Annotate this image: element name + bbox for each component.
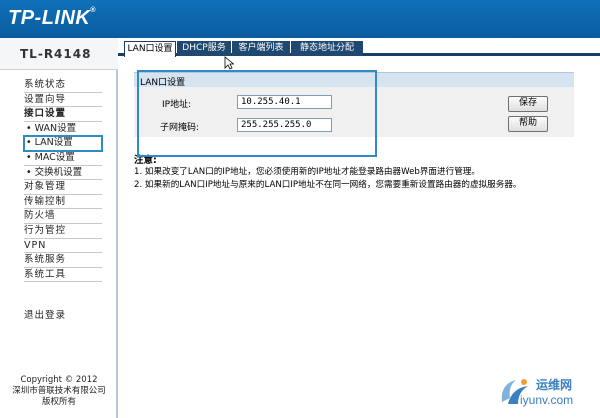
tab-lan-settings[interactable]: LAN口设置 [124, 41, 176, 57]
copyright-rights: 版权所有 [41, 397, 76, 407]
highlight-box [137, 70, 377, 157]
notes: 注意: 1. 如果改变了LAN口的IP地址，您必须使用新的IP地址才能登录路由器… [134, 152, 594, 192]
note-line-2: 2. 如果新的LAN口IP地址与原来的LAN口IP地址不在同一网络，您需要重新设… [134, 180, 522, 190]
tab-bar: LAN口设置 DHCP服务 客户端列表 静态地址分配 [118, 41, 600, 57]
model-name: TL-R4148 [20, 47, 92, 61]
watermark: 运维网 iyunv.com [492, 372, 598, 412]
watermark-url: iyunv.com [520, 393, 574, 407]
tab-static-address[interactable]: 静态地址分配 [291, 41, 363, 56]
sidebar-item-mac-settings[interactable]: • MAC设置 [24, 151, 102, 166]
sidebar-item-behavior-control[interactable]: 行为管控 [24, 224, 102, 239]
sidebar-item-setup-wizard[interactable]: 设置向导 [24, 93, 102, 108]
tab-dhcp-service[interactable]: DHCP服务 [177, 41, 231, 56]
sidebar-item-system-tools[interactable]: 系统工具 [24, 268, 102, 283]
copyright-company: 深圳市普联技术有限公司 [12, 386, 106, 396]
save-button[interactable]: 保存 [508, 96, 548, 112]
tp-link-logo: TP-LINK® [8, 7, 97, 29]
sidebar-item-wan-settings[interactable]: • WAN设置 [24, 122, 102, 137]
logout-link[interactable]: 退出登录 [24, 307, 66, 321]
sidebar-item-system-status[interactable]: 系统状态 [24, 78, 102, 93]
model-bar: TL-R4148 [0, 38, 118, 70]
header-bar: TP-LINK® [0, 0, 600, 38]
sidebar-item-transfer-control[interactable]: 传输控制 [24, 195, 102, 210]
sidebar-item-system-services[interactable]: 系统服务 [24, 253, 102, 268]
mouse-cursor-icon [224, 56, 234, 70]
sidebar-item-vpn[interactable]: VPN [24, 239, 102, 254]
sidebar-item-interface-settings[interactable]: 接口设置 [24, 107, 102, 122]
copyright: Copyright © 2012 深圳市普联技术有限公司 版权所有 [0, 375, 118, 408]
tab-client-list[interactable]: 客户端列表 [232, 41, 290, 56]
sidebar-item-object-management[interactable]: 对象管理 [24, 180, 102, 195]
sidebar-item-switch-settings[interactable]: • 交换机设置 [24, 166, 102, 181]
sidebar-item-lan-settings[interactable]: • LAN设置 [23, 135, 103, 152]
sidebar-menu: 系统状态 设置向导 接口设置 • WAN设置 • LAN设置 • MAC设置 •… [23, 78, 103, 283]
help-button[interactable]: 帮助 [508, 116, 548, 132]
sidebar-item-firewall[interactable]: 防火墙 [24, 209, 102, 224]
sidebar: 系统状态 设置向导 接口设置 • WAN设置 • LAN设置 • MAC设置 •… [0, 70, 118, 418]
copyright-line: Copyright © 2012 [20, 375, 98, 385]
watermark-name: 运维网 [536, 378, 573, 392]
note-line-1: 1. 如果改变了LAN口的IP地址，您必须使用新的IP地址才能登录路由器Web界… [134, 167, 480, 177]
